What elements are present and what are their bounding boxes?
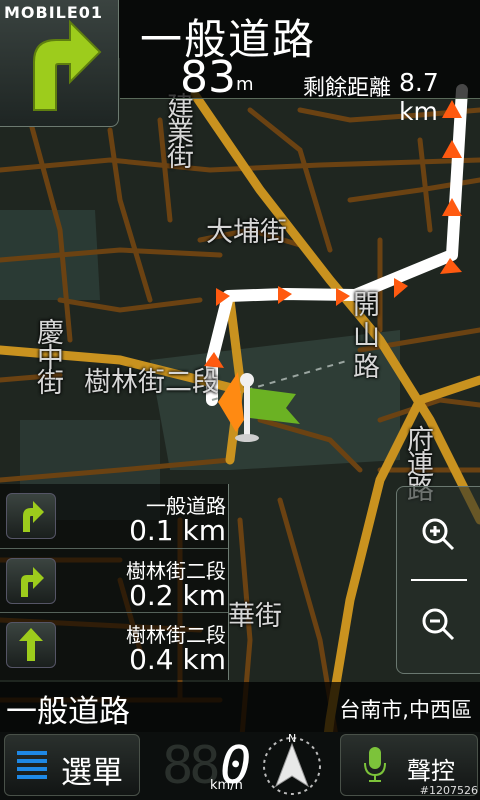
straight-arrow-icon bbox=[6, 622, 56, 668]
voice-control-label: 聲控 bbox=[407, 757, 455, 785]
zoom-in-icon[interactable] bbox=[422, 518, 455, 551]
maneuver-distance: 0.4 km bbox=[129, 643, 226, 676]
compass-north-label: N bbox=[288, 732, 296, 745]
maneuver-item[interactable]: 一般道路 0.1 km bbox=[0, 484, 228, 547]
maneuver-distance: 0.1 km bbox=[129, 514, 226, 547]
photo-id: #1207526 bbox=[419, 784, 478, 797]
menu-icon bbox=[17, 751, 47, 779]
next-turn-distance: 83 bbox=[180, 52, 236, 103]
compass-icon[interactable]: N bbox=[258, 730, 326, 798]
next-turn-unit: m bbox=[236, 74, 254, 95]
maneuver-item[interactable]: 樹林街二段 0.2 km bbox=[0, 548, 228, 612]
remaining-distance-label: 剩餘距離 bbox=[303, 76, 392, 101]
street-label-shulin: 樹林街二段 bbox=[84, 367, 219, 398]
menu-label: 選單 bbox=[61, 755, 123, 791]
current-city: 台南市,中西區 bbox=[339, 698, 472, 722]
current-road-name: 一般道路 bbox=[6, 694, 130, 730]
navigation-screen: 建業街 大埔街 開山路 慶中街 樹林街二段 府連路 華街 MOBILE01 一般… bbox=[0, 0, 480, 800]
zoom-out-icon[interactable] bbox=[422, 608, 455, 641]
street-label-kaishan: 開山路 bbox=[348, 290, 379, 383]
street-label-jianye: 建業街 bbox=[162, 92, 193, 167]
turn-right-icon bbox=[6, 493, 56, 539]
logo: MOBILE01 bbox=[4, 3, 104, 22]
street-label-dapu: 大埔街 bbox=[206, 217, 287, 248]
maneuver-item[interactable]: 樹林街二段 0.4 km bbox=[0, 612, 228, 676]
speed-ghost-digits: 88 bbox=[162, 736, 221, 796]
microphone-icon bbox=[364, 747, 386, 782]
turn-right-icon bbox=[6, 558, 56, 604]
remaining-distance-value: 8.7 km bbox=[399, 68, 439, 126]
zoom-control bbox=[396, 486, 480, 674]
maneuver-list[interactable]: 一般道路 0.1 km 樹林街二段 0.2 km 樹林街二段 0.4 km bbox=[0, 484, 229, 680]
speedometer: 88 0 km/h bbox=[162, 736, 258, 796]
speed-unit: km/h bbox=[210, 778, 243, 793]
street-label-hua: 華街 bbox=[228, 601, 282, 632]
menu-button[interactable]: 選單 bbox=[4, 734, 140, 796]
maneuver-distance: 0.2 km bbox=[129, 579, 226, 612]
street-label-qingzhong: 慶中街 bbox=[32, 318, 63, 393]
